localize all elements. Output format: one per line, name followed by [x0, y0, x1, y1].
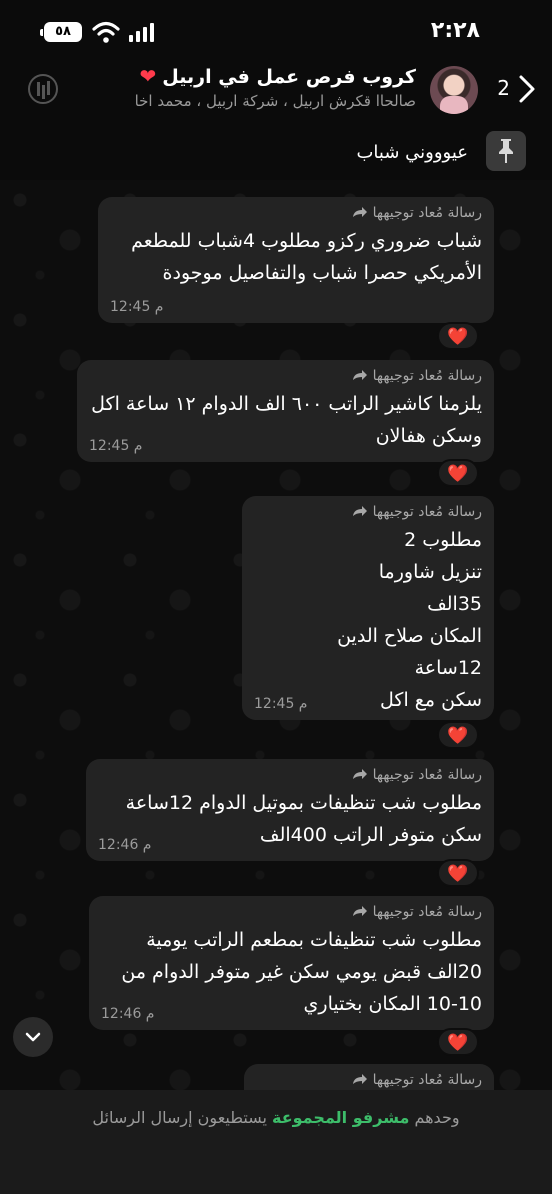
message-bubble[interactable]: رسالة مُعاد توجيهها مطلوب شب تنظيفات بمط… [89, 896, 494, 1030]
heart-icon: ❤ [139, 64, 157, 88]
chevron-down-icon [25, 1032, 41, 1042]
forward-arrow-icon [353, 370, 368, 380]
status-bar: ٥٨ ٢:٢٨ [0, 0, 552, 60]
group-admins-link[interactable]: مشرفو المجموعة [272, 1108, 409, 1127]
pinned-text: عيوووني شباب [356, 142, 468, 163]
unread-count[interactable]: 2 [497, 76, 510, 100]
group-title[interactable]: كروب فرص عمل في اربيل❤ [140, 64, 416, 88]
forwarded-text: رسالة مُعاد توجيهها [372, 767, 482, 783]
heart-reaction[interactable]: ❤️ [437, 859, 479, 887]
forwarded-label: رسالة مُعاد توجيهها [256, 1072, 482, 1088]
message-text: شباب ضروري ركزو مطلوب 4شباب للمطعم الأمر… [131, 230, 482, 284]
message-bubble[interactable]: رسالة مُعاد توجيهها مطلوب 2 تنزيل شاورما… [242, 496, 494, 720]
message-time: 12:45 م [89, 438, 143, 454]
forward-arrow-icon [353, 1074, 368, 1084]
wifi-icon [92, 21, 120, 43]
heart-reaction[interactable]: ❤️ [437, 459, 479, 487]
forwarded-label: رسالة مُعاد توجيهها [98, 767, 482, 783]
forwarded-label: رسالة مُعاد توجيهها [89, 368, 482, 384]
heart-reaction[interactable]: ❤️ [437, 1028, 479, 1056]
footer-prefix: وحدهم [414, 1108, 460, 1127]
forwarded-text: رسالة مُعاد توجيهها [372, 504, 482, 520]
forward-arrow-icon [353, 207, 368, 217]
scroll-to-bottom-button[interactable] [13, 1017, 53, 1057]
pin-icon [499, 139, 513, 163]
message-time: 12:45 م [110, 299, 164, 315]
heart-reaction[interactable]: ❤️ [437, 721, 479, 749]
pinned-message-bar[interactable]: عيوووني شباب [0, 122, 552, 180]
message-text: يلزمنا كاشير الراتب ٦٠٠ الف الدوام ١٢ سا… [91, 393, 482, 447]
forwarded-text: رسالة مُعاد توجيهها [372, 205, 482, 221]
message-bubble[interactable]: رسالة مُعاد توجيهها مطلوب شب تنظيفات بمو… [86, 759, 494, 861]
heart-reaction[interactable]: ❤️ [437, 322, 479, 350]
forwarded-text: رسالة مُعاد توجيهها [372, 1072, 482, 1088]
message-bubble[interactable]: رسالة مُعاد توجيهها يلزمنا كاشير الراتب … [77, 360, 494, 462]
back-chevron-icon[interactable] [516, 74, 538, 104]
forwarded-label: رسالة مُعاد توجيهها [254, 504, 482, 520]
clock: ٢:٢٨ [430, 18, 480, 43]
message-text: مطلوب 2 تنزيل شاورما 35الف المكان صلاح ا… [337, 529, 482, 711]
message-text: مطلوب شب تنظيفات بمطعم الراتب يومية 20ال… [121, 929, 482, 1015]
message-time: 12:46 م [101, 1006, 155, 1022]
footer-suffix: يستطيعون إرسال الرسائل [92, 1108, 267, 1127]
footer-notice: وحدهم مشرفو المجموعة يستطيعون إرسال الرس… [0, 1108, 552, 1127]
group-avatar[interactable] [430, 66, 478, 114]
forwarded-text: رسالة مُعاد توجيهها [372, 368, 482, 384]
admins-only-footer: وحدهم مشرفو المجموعة يستطيعون إرسال الرس… [0, 1090, 552, 1194]
forwarded-text: رسالة مُعاد توجيهها [372, 904, 482, 920]
forward-arrow-icon [353, 769, 368, 779]
voice-chat-icon[interactable] [28, 74, 58, 104]
message-time: 12:46 م [98, 837, 152, 853]
forwarded-label: رسالة مُعاد توجيهها [101, 904, 482, 920]
group-members: صالحاا قكرش اربيل ، شركة اربيل ، محمد اخ… [134, 92, 416, 110]
forward-arrow-icon [353, 906, 368, 916]
message-bubble[interactable]: رسالة مُعاد توجيهها شباب ضروري ركزو مطلو… [98, 197, 494, 323]
chat-header: 2 كروب فرص عمل في اربيل❤ صالحاا قكرش ارب… [0, 60, 552, 122]
message-text: مطلوب شب تنظيفات بموتيل الدوام 12ساعة سك… [125, 792, 482, 846]
forward-arrow-icon [353, 506, 368, 516]
signal-icon [129, 23, 154, 42]
battery-indicator: ٥٨ [40, 22, 82, 42]
forwarded-label: رسالة مُعاد توجيهها [110, 205, 482, 221]
message-time: 12:45 م [254, 696, 308, 712]
pin-button[interactable] [486, 131, 526, 171]
group-title-text: كروب فرص عمل في اربيل [162, 66, 416, 88]
